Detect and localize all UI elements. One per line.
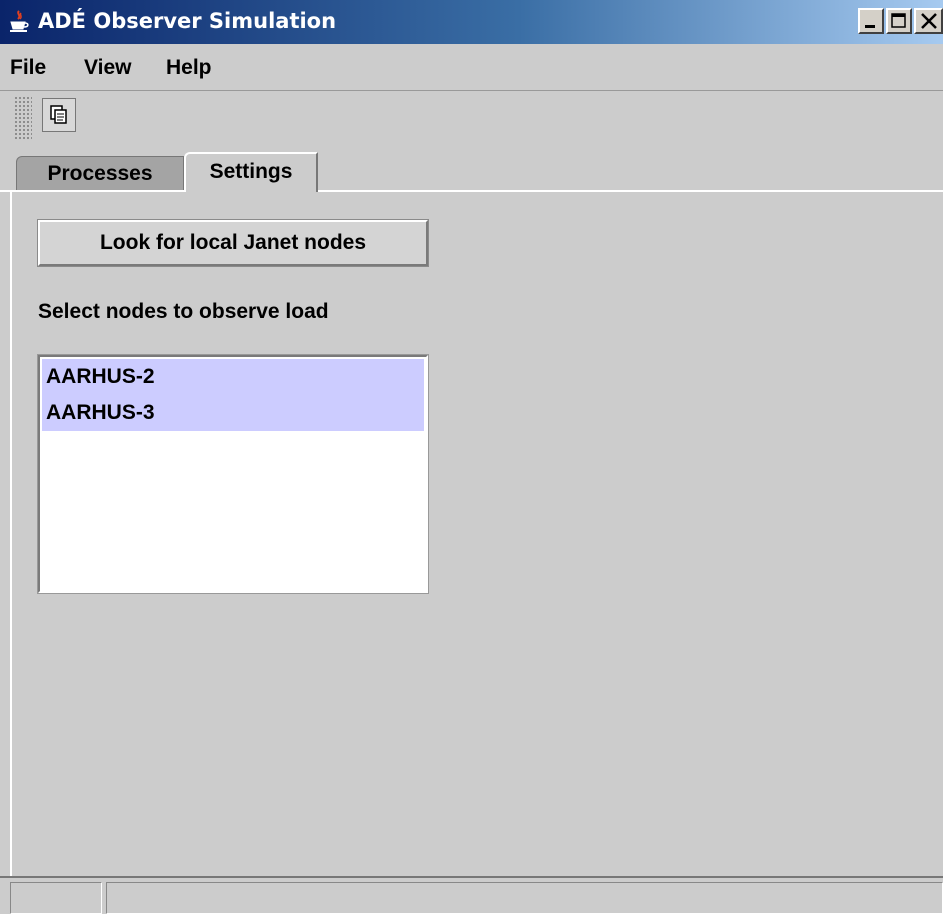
- maximize-button[interactable]: [886, 8, 912, 34]
- list-item[interactable]: AARHUS-3: [42, 395, 424, 431]
- look-for-nodes-button[interactable]: Look for local Janet nodes: [37, 219, 429, 267]
- menu-bar: File View Help: [0, 46, 943, 91]
- java-coffee-icon: [10, 10, 29, 32]
- minimize-button[interactable]: [858, 8, 884, 34]
- select-nodes-label: Select nodes to observe load: [38, 300, 329, 323]
- status-cell: [106, 882, 943, 914]
- status-cell: [10, 882, 102, 914]
- status-bar: [0, 876, 943, 914]
- minimize-icon: [865, 25, 875, 28]
- window-title: ADÉ Observer Simulation: [38, 9, 337, 33]
- menu-view[interactable]: View: [84, 56, 131, 80]
- tab-panel-border: [0, 190, 943, 192]
- maximize-icon: [891, 13, 906, 28]
- list-item[interactable]: AARHUS-2: [42, 359, 424, 395]
- toolbar-grip[interactable]: [14, 96, 32, 140]
- title-bar[interactable]: ADÉ Observer Simulation: [0, 0, 943, 44]
- copy-button[interactable]: [42, 98, 76, 132]
- app-window: ADÉ Observer Simulation File View Help P…: [0, 0, 943, 914]
- tab-strip: Processes Settings: [0, 152, 943, 192]
- menu-help[interactable]: Help: [166, 56, 212, 80]
- menu-file[interactable]: File: [10, 56, 46, 80]
- copy-icon: [50, 105, 67, 124]
- toolbar: [0, 92, 943, 144]
- tab-settings[interactable]: Settings: [184, 152, 318, 192]
- tab-panel-border-left: [10, 190, 12, 876]
- tab-processes[interactable]: Processes: [16, 156, 184, 192]
- close-button[interactable]: [914, 8, 943, 34]
- node-list[interactable]: AARHUS-2 AARHUS-3: [37, 354, 429, 594]
- close-icon: [921, 13, 937, 29]
